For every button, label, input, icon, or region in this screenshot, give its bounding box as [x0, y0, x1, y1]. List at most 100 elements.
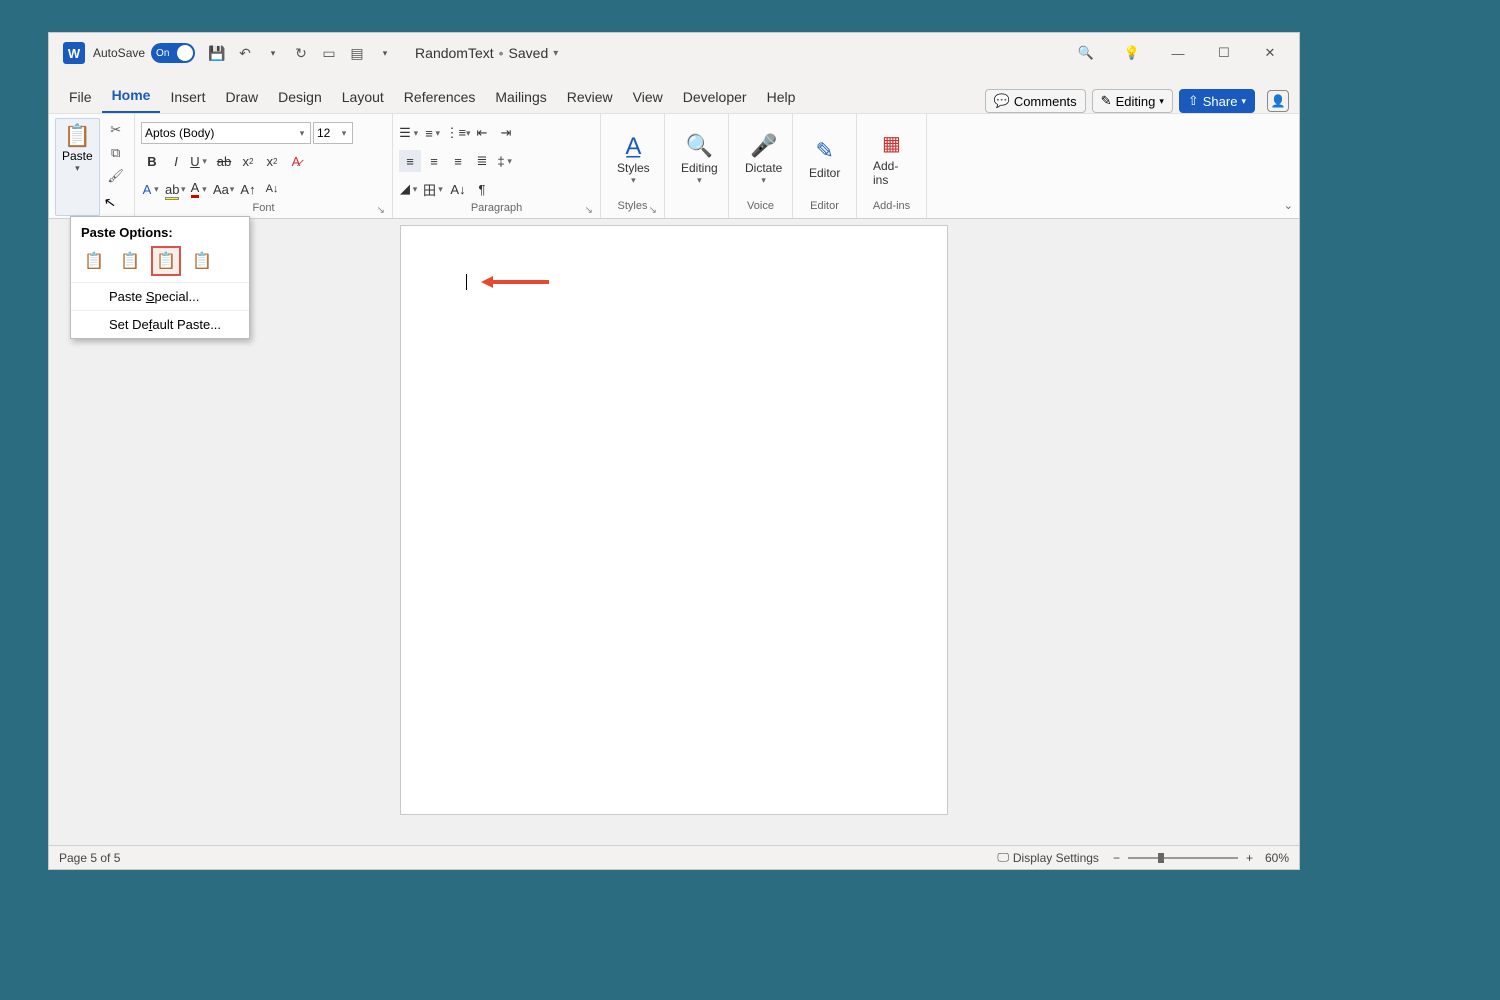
qa-btn-4[interactable]: ▭ — [317, 41, 341, 65]
save-icon[interactable]: 💾 — [205, 41, 229, 65]
justify-button[interactable]: ≣ — [471, 150, 493, 172]
close-button[interactable]: ✕ — [1247, 37, 1293, 69]
font-size-field[interactable]: 12▾ — [313, 122, 353, 144]
group-editor-label: Editor — [799, 200, 850, 216]
styles-dialog-launcher[interactable]: ↘ — [649, 205, 657, 216]
search-icon[interactable]: 🔍 — [1063, 37, 1109, 69]
qa-btn-5[interactable]: ▤ — [345, 41, 369, 65]
document-page[interactable] — [400, 225, 948, 815]
tab-layout[interactable]: Layout — [332, 83, 394, 113]
underline-button[interactable]: U▾ — [189, 150, 211, 172]
ribbon-collapse-button[interactable]: ⌄ — [1284, 199, 1293, 212]
dictate-label: Dictate — [745, 161, 782, 175]
redo-icon[interactable]: ↻ — [289, 41, 313, 65]
share-button[interactable]: ⇧ Share ▾ — [1179, 89, 1255, 113]
zoom-slider[interactable] — [1128, 857, 1238, 859]
bullets-button[interactable]: ☰▾ — [399, 122, 421, 144]
ribbon-tabs: File Home Insert Draw Design Layout Refe… — [49, 73, 1299, 113]
paste-button[interactable]: 📋 Paste ▾ — [55, 118, 100, 216]
word-app-icon: W — [63, 42, 85, 64]
document-title[interactable]: RandomText • Saved ▾ — [415, 45, 558, 61]
editing-button[interactable]: 🔍Editing▾ — [671, 118, 728, 200]
editor-label: Editor — [809, 166, 840, 180]
dictate-button[interactable]: 🎤Dictate▾ — [735, 118, 792, 200]
superscript-button[interactable]: x2 — [261, 150, 283, 172]
tab-insert[interactable]: Insert — [160, 83, 215, 113]
zoom-level[interactable]: 60% — [1265, 851, 1289, 865]
text-effects-button[interactable]: A▾ — [141, 178, 163, 200]
tab-view[interactable]: View — [623, 83, 673, 113]
autosave-toggle[interactable]: On — [151, 43, 195, 63]
undo-icon[interactable]: ↶ — [233, 41, 257, 65]
page-info[interactable]: Page 5 of 5 — [59, 851, 120, 865]
tab-draw[interactable]: Draw — [215, 83, 268, 113]
copy-icon[interactable]: ⧉ — [105, 142, 127, 164]
editing-label: Editing — [1116, 94, 1156, 109]
group-paragraph-label: Paragraph — [471, 202, 522, 214]
subscript-button[interactable]: x2 — [237, 150, 259, 172]
display-settings-button[interactable]: 🖵 Display Settings — [997, 850, 1099, 865]
decrease-indent-button[interactable]: ⇤ — [471, 122, 493, 144]
editor-button[interactable]: ✎Editor — [799, 118, 850, 200]
account-avatar[interactable]: 👤 — [1267, 90, 1289, 112]
group-voice-label: Voice — [735, 200, 786, 216]
paste-options-menu: Paste Options: 📋 📋 📋 📋 Paste Special... … — [70, 216, 250, 339]
status-bar: Page 5 of 5 🖵 Display Settings − + 60% — [49, 845, 1299, 869]
align-left-button[interactable]: ≡ — [399, 150, 421, 172]
set-default-paste-menu-item[interactable]: Set Default Paste... — [71, 310, 249, 338]
shrink-font-button[interactable]: A↓ — [261, 178, 283, 200]
align-right-button[interactable]: ≡ — [447, 150, 469, 172]
zoom-in-button[interactable]: + — [1246, 851, 1253, 865]
paste-special-menu-item[interactable]: Paste Special... — [71, 282, 249, 310]
editing-mode-button[interactable]: ✎ Editing ▾ — [1092, 89, 1173, 113]
multilevel-button[interactable]: ⋮≡▾ — [447, 122, 469, 144]
zoom-out-button[interactable]: − — [1113, 851, 1120, 865]
sort-button[interactable]: A↓ — [447, 178, 469, 200]
font-color-button[interactable]: A▾ — [189, 178, 211, 200]
font-name-value: Aptos (Body) — [145, 126, 214, 140]
tab-file[interactable]: File — [59, 83, 102, 113]
paste-merge-icon[interactable]: 📋 — [115, 246, 145, 276]
cut-icon[interactable]: ✂ — [105, 119, 127, 141]
maximize-button[interactable]: ☐ — [1201, 37, 1247, 69]
tab-references[interactable]: References — [394, 83, 486, 113]
grow-font-button[interactable]: A↑ — [237, 178, 259, 200]
change-case-button[interactable]: Aa▾ — [213, 178, 235, 200]
paste-text-only-icon[interactable]: 📋 — [187, 246, 217, 276]
undo-dropdown[interactable]: ▾ — [261, 41, 285, 65]
font-name-field[interactable]: Aptos (Body)▾ — [141, 122, 311, 144]
highlight-button[interactable]: ab▾ — [165, 178, 187, 200]
qa-customize-dropdown[interactable]: ▾ — [373, 41, 397, 65]
addins-button[interactable]: ▦Add-ins — [863, 118, 920, 200]
numbering-button[interactable]: ≡▾ — [423, 122, 445, 144]
minimize-button[interactable]: — — [1155, 37, 1201, 69]
paste-picture-icon[interactable]: 📋 — [151, 246, 181, 276]
tab-home[interactable]: Home — [102, 81, 161, 113]
show-marks-button[interactable]: ¶ — [471, 178, 493, 200]
editing-group-label: Editing — [681, 161, 718, 175]
borders-button[interactable]: 田▾ — [423, 178, 445, 200]
strikethrough-button[interactable]: ab — [213, 150, 235, 172]
tab-design[interactable]: Design — [268, 83, 332, 113]
tab-developer[interactable]: Developer — [673, 83, 757, 113]
shading-button[interactable]: ◢▾ — [399, 178, 421, 200]
titlebar: W AutoSave On 💾 ↶ ▾ ↻ ▭ ▤ ▾ RandomText •… — [49, 33, 1299, 73]
clear-formatting-button[interactable]: A̷ — [285, 150, 307, 172]
italic-button[interactable]: I — [165, 150, 187, 172]
tab-help[interactable]: Help — [757, 83, 806, 113]
line-spacing-button[interactable]: ‡▾ — [495, 150, 517, 172]
bold-button[interactable]: B — [141, 150, 163, 172]
comments-button[interactable]: 💬 Comments — [985, 89, 1086, 113]
paragraph-dialog-launcher[interactable]: ↘ — [585, 205, 593, 216]
tab-review[interactable]: Review — [557, 83, 623, 113]
lightbulb-icon[interactable]: 💡 — [1109, 37, 1155, 69]
styles-button[interactable]: A̲Styles▾ — [607, 118, 660, 200]
align-center-button[interactable]: ≡ — [423, 150, 445, 172]
tab-mailings[interactable]: Mailings — [485, 83, 556, 113]
doc-name: RandomText — [415, 45, 494, 61]
paste-label: Paste — [62, 149, 93, 163]
format-painter-icon[interactable]: 🖌 — [105, 165, 127, 187]
font-dialog-launcher[interactable]: ↘ — [377, 205, 385, 216]
paste-keep-source-icon[interactable]: 📋 — [79, 246, 109, 276]
increase-indent-button[interactable]: ⇥ — [495, 122, 517, 144]
